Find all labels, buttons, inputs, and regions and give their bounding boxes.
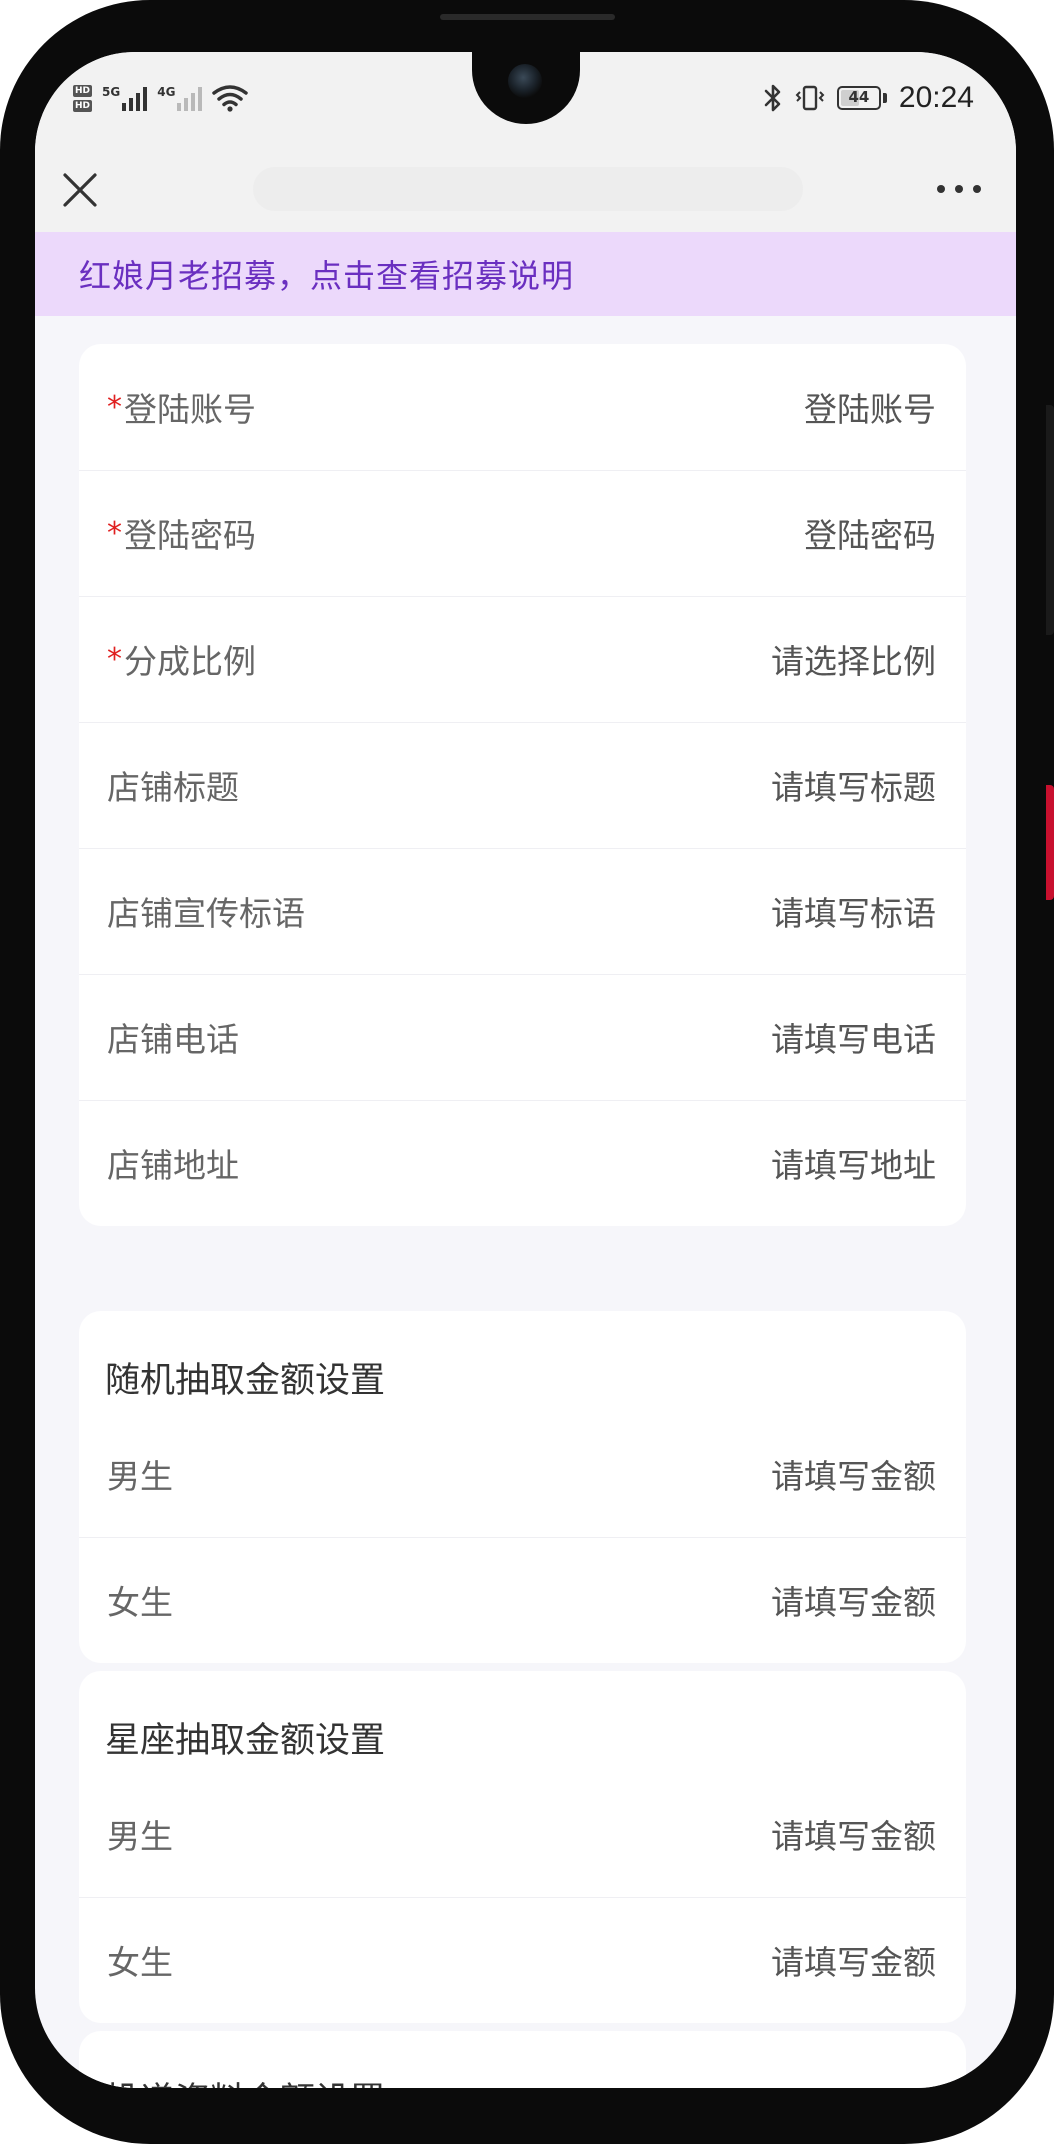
required-mark: * (107, 389, 122, 425)
form-row-label: 登陆密码 (124, 516, 256, 555)
zodiac-female-row[interactable]: 女生 请填写金额 (79, 1897, 966, 2023)
form-row-label: 分成比例 (124, 642, 256, 681)
shop-address-input[interactable]: 请填写地址 (771, 1139, 936, 1187)
form-row-label: 男生 (107, 1817, 173, 1856)
form-row-shop-address[interactable]: 店铺地址 请填写地址 (79, 1100, 966, 1226)
ratio-select[interactable]: 请选择比例 (771, 635, 936, 683)
close-icon (63, 173, 97, 207)
shop-title-input[interactable]: 请填写标题 (771, 761, 936, 809)
form-row-password[interactable]: * 登陆密码 登陆密码 (79, 470, 966, 596)
required-mark: * (107, 515, 122, 551)
more-button[interactable] (934, 169, 984, 209)
network-type-label: 5G (102, 85, 121, 99)
form-row-label: 女生 (107, 1943, 173, 1982)
form-row-shop-phone[interactable]: 店铺电话 请填写电话 (79, 974, 966, 1100)
nav-bar (35, 147, 1016, 232)
status-time: 20:24 (898, 81, 974, 114)
hd-badge: HD (73, 84, 93, 97)
section-title: 随机抽取金额设置 (105, 1361, 386, 1401)
camera-notch (472, 52, 580, 124)
form-row-shop-slogan[interactable]: 店铺宣传标语 请填写标语 (79, 848, 966, 974)
power-button (1046, 785, 1054, 900)
form-row-label: 店铺标题 (107, 768, 239, 807)
bluetooth-icon (764, 84, 781, 112)
hd-badge: HD (73, 99, 93, 112)
random-draw-card: 随机抽取金额设置 男生 请填写金额 女生 请填写金额 (79, 1311, 966, 1663)
form-row-label: 登陆账号 (124, 390, 256, 429)
form-row-ratio[interactable]: * 分成比例 请选择比例 (79, 596, 966, 722)
battery-icon: 44 (836, 86, 887, 110)
volume-button (1046, 405, 1054, 635)
signal-4g-icon: 4G (157, 85, 203, 111)
form-row-label: 店铺电话 (107, 1020, 239, 1059)
front-camera-icon (508, 64, 542, 98)
section-title: 星座抽取金额设置 (105, 1721, 386, 1761)
shop-info-card: * 登陆账号 登陆账号 * 登陆密码 登陆密码 * 分成比例 请选择比例 店铺标题 请… (79, 344, 966, 1226)
random-female-row[interactable]: 女生 请填写金额 (79, 1537, 966, 1663)
random-female-amount-input[interactable]: 请填写金额 (771, 1576, 936, 1624)
signal-5g-icon: 5G (102, 85, 148, 111)
vibrate-icon (795, 85, 825, 111)
network-type-label: 4G (157, 85, 176, 99)
shop-slogan-input[interactable]: 请填写标语 (771, 887, 936, 935)
section-title: 投递资料金额设置 (79, 2031, 966, 2088)
recruit-banner-text: 红娘月老招募，点击查看招募说明 (79, 257, 575, 295)
earpiece-slit (440, 14, 615, 20)
form-row-label: 店铺地址 (107, 1146, 239, 1185)
hd-badges: HD HD (73, 84, 93, 112)
nav-title-area (253, 167, 803, 211)
form-row-label: 女生 (107, 1583, 173, 1622)
zodiac-male-amount-input[interactable]: 请填写金额 (771, 1810, 936, 1858)
wifi-icon (212, 85, 249, 112)
recruit-banner[interactable]: 红娘月老招募，点击查看招募说明 (35, 232, 1016, 316)
delivery-amount-card: 投递资料金额设置 (79, 2031, 966, 2088)
form-row-label: 店铺宣传标语 (107, 894, 305, 933)
random-male-row[interactable]: 男生 请填写金额 (79, 1411, 966, 1537)
form-row-label: 男生 (107, 1457, 173, 1496)
zodiac-female-amount-input[interactable]: 请填写金额 (771, 1936, 936, 1984)
phone-screen: HD HD 5G 4G 44 20:24 红娘月老招募，点击查看招募说明 * 登… (35, 52, 1016, 2088)
zodiac-male-row[interactable]: 男生 请填写金额 (79, 1771, 966, 1897)
more-dots-icon (937, 185, 981, 193)
close-button[interactable] (55, 165, 105, 215)
status-right-icons: 44 20:24 (763, 74, 974, 122)
form-row-shop-title[interactable]: 店铺标题 请填写标题 (79, 722, 966, 848)
shop-phone-input[interactable]: 请填写电话 (771, 1013, 936, 1061)
required-mark: * (107, 641, 122, 677)
status-left-icons: HD HD 5G 4G (73, 78, 249, 118)
password-input[interactable]: 登陆密码 (804, 509, 936, 557)
status-bar: HD HD 5G 4G 44 20:24 (35, 52, 1016, 147)
battery-level: 44 (848, 88, 870, 106)
form-row-account[interactable]: * 登陆账号 登陆账号 (79, 344, 966, 470)
zodiac-draw-card: 星座抽取金额设置 男生 请填写金额 女生 请填写金额 (79, 1671, 966, 2023)
account-input[interactable]: 登陆账号 (804, 383, 936, 431)
random-male-amount-input[interactable]: 请填写金额 (771, 1450, 936, 1498)
